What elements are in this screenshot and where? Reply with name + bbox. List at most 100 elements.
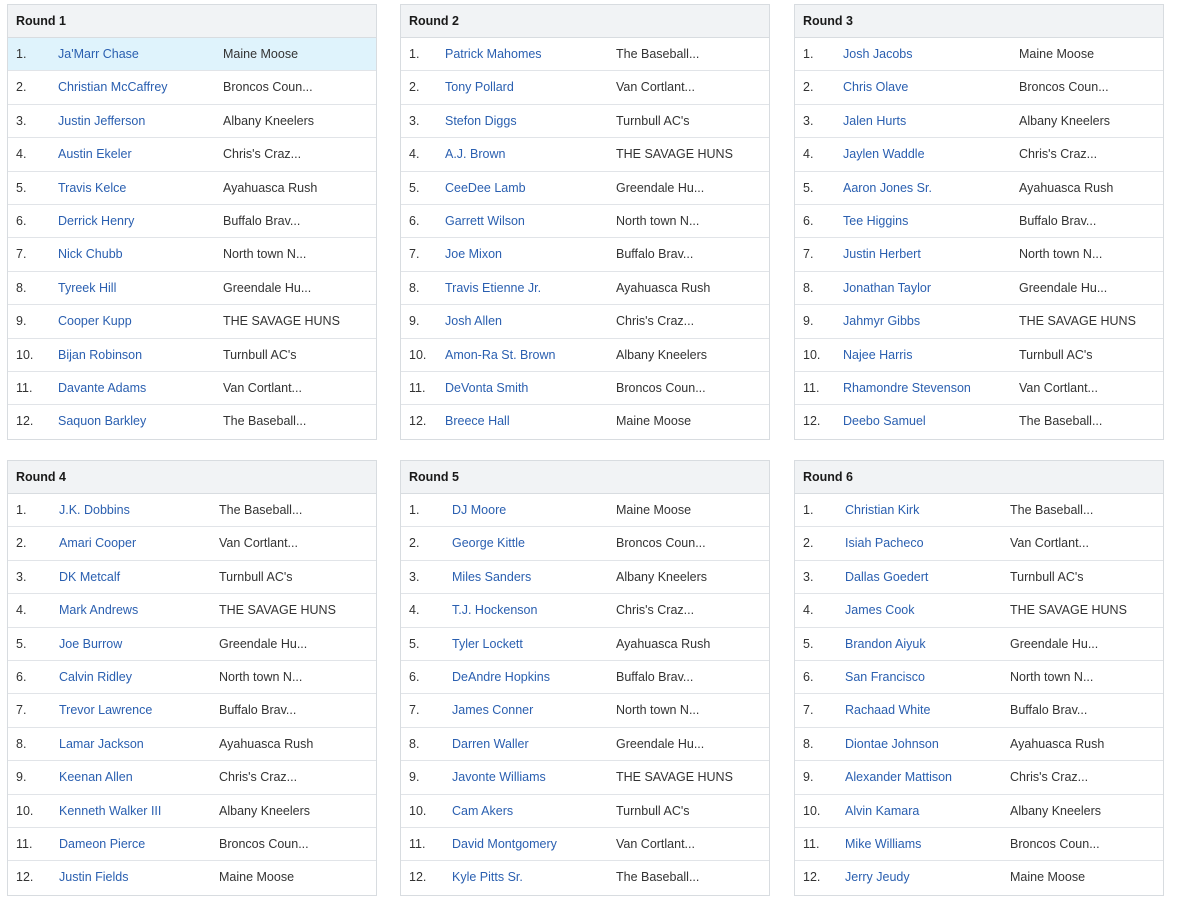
player-link[interactable]: Nick Chubb — [58, 238, 123, 271]
player-link[interactable]: Davante Adams — [58, 372, 146, 405]
pick-number: 3. — [409, 113, 420, 128]
pick-row: 11. Dameon Pierce Broncos Coun... — [8, 828, 376, 862]
pick-number: 8. — [409, 736, 420, 751]
player-link[interactable]: Josh Allen — [445, 305, 502, 338]
player-link[interactable]: Miles Sanders — [452, 561, 531, 594]
player-link[interactable]: Najee Harris — [843, 339, 912, 372]
player-link[interactable]: Bijan Robinson — [58, 339, 142, 372]
round-title: Round 2 — [401, 5, 769, 38]
player-link[interactable]: Tony Pollard — [445, 71, 514, 104]
player-link[interactable]: Jalen Hurts — [843, 105, 906, 138]
player-link[interactable]: Alexander Mattison — [845, 761, 952, 794]
fantasy-team-name: The Baseball... — [219, 503, 303, 517]
player-link[interactable]: Travis Kelce — [58, 172, 126, 205]
pick-number: 11. — [803, 380, 820, 395]
pick-row: 11. Davante Adams Van Cortlant... — [8, 372, 376, 406]
pick-row: 12. Deebo Samuel The Baseball... — [795, 405, 1163, 438]
player-link[interactable]: Patrick Mahomes — [445, 38, 542, 71]
player-link[interactable]: CeeDee Lamb — [445, 172, 526, 205]
player-link[interactable]: DK Metcalf — [59, 561, 120, 594]
player-link[interactable]: Kyle Pitts Sr. — [452, 861, 523, 894]
player-link[interactable]: Trevor Lawrence — [59, 694, 152, 727]
player-link[interactable]: Keenan Allen — [59, 761, 133, 794]
player-link[interactable]: DeAndre Hopkins — [452, 661, 550, 694]
player-link[interactable]: Stefon Diggs — [445, 105, 517, 138]
pick-row: 8. Travis Etienne Jr. Ayahuasca Rush — [401, 272, 769, 306]
pick-row: 1. Christian Kirk The Baseball... — [795, 494, 1163, 528]
player-link[interactable]: Travis Etienne Jr. — [445, 272, 541, 305]
player-link[interactable]: Jaylen Waddle — [843, 138, 925, 171]
pick-row: 7. Joe Mixon Buffalo Brav... — [401, 238, 769, 272]
player-link[interactable]: Jonathan Taylor — [843, 272, 931, 305]
player-link[interactable]: Joe Burrow — [59, 628, 122, 661]
player-link[interactable]: Javonte Williams — [452, 761, 546, 794]
player-link[interactable]: Mike Williams — [845, 828, 921, 861]
pick-row: 7. Trevor Lawrence Buffalo Brav... — [8, 694, 376, 728]
pick-number: 2. — [409, 80, 420, 95]
player-link[interactable]: Cam Akers — [452, 795, 513, 828]
player-link[interactable]: Dallas Goedert — [845, 561, 928, 594]
player-link[interactable]: Tee Higgins — [843, 205, 908, 238]
player-link[interactable]: Deebo Samuel — [843, 405, 926, 438]
player-link[interactable]: San Francisco — [845, 661, 925, 694]
player-link[interactable]: Diontae Johnson — [845, 728, 939, 761]
round-panel: Round 2 1. Patrick Mahomes The Baseball... 2… — [400, 4, 770, 440]
player-link[interactable]: George Kittle — [452, 527, 525, 560]
fantasy-team-name: Broncos Coun... — [616, 380, 706, 395]
player-link[interactable]: James Cook — [845, 594, 914, 627]
player-link[interactable]: Breece Hall — [445, 405, 510, 438]
player-link[interactable]: Ja'Marr Chase — [58, 38, 139, 71]
player-link[interactable]: Christian McCaffrey — [58, 71, 168, 104]
player-link[interactable]: DeVonta Smith — [445, 372, 528, 405]
player-link[interactable]: Josh Jacobs — [843, 38, 912, 71]
player-link[interactable]: Jerry Jeudy — [845, 861, 910, 894]
player-link[interactable]: Kenneth Walker III — [59, 795, 161, 828]
player-link[interactable]: Amari Cooper — [59, 527, 136, 560]
player-link[interactable]: Austin Ekeler — [58, 138, 132, 171]
player-link[interactable]: Alvin Kamara — [845, 795, 919, 828]
player-link[interactable]: Aaron Jones Sr. — [843, 172, 932, 205]
player-link[interactable]: Cooper Kupp — [58, 305, 132, 338]
player-link[interactable]: Dameon Pierce — [59, 828, 145, 861]
fantasy-team-name: Van Cortlant... — [616, 836, 695, 851]
player-link[interactable]: Justin Jefferson — [58, 105, 145, 138]
player-link[interactable]: Tyler Lockett — [452, 628, 523, 661]
pick-number: 2. — [409, 536, 420, 551]
player-link[interactable]: Amon-Ra St. Brown — [445, 339, 555, 372]
fantasy-team-name: The Baseball... — [1010, 503, 1094, 517]
pick-number: 8. — [16, 736, 27, 751]
fantasy-team-name: The Baseball... — [616, 47, 700, 61]
player-link[interactable]: Rhamondre Stevenson — [843, 372, 971, 405]
pick-row: 12. Breece Hall Maine Moose — [401, 405, 769, 438]
player-link[interactable]: Christian Kirk — [845, 494, 919, 527]
player-link[interactable]: Chris Olave — [843, 71, 908, 104]
player-link[interactable]: Tyreek Hill — [58, 272, 116, 305]
player-link[interactable]: Calvin Ridley — [59, 661, 132, 694]
pick-row: 2. Amari Cooper Van Cortlant... — [8, 527, 376, 561]
player-link[interactable]: Justin Fields — [59, 861, 128, 894]
player-link[interactable]: Justin Herbert — [843, 238, 921, 271]
fantasy-team-name: Albany Kneelers — [1019, 113, 1111, 128]
player-link[interactable]: Garrett Wilson — [445, 205, 525, 238]
player-link[interactable]: J.K. Dobbins — [59, 494, 130, 527]
pick-row: 8. Diontae Johnson Ayahuasca Rush — [795, 728, 1163, 762]
player-link[interactable]: Derrick Henry — [58, 205, 134, 238]
player-link[interactable]: David Montgomery — [452, 828, 557, 861]
player-link[interactable]: A.J. Brown — [445, 138, 505, 171]
player-link[interactable]: Jahmyr Gibbs — [843, 305, 920, 338]
player-link[interactable]: Rachaad White — [845, 694, 930, 727]
player-link[interactable]: Lamar Jackson — [59, 728, 144, 761]
player-link[interactable]: Mark Andrews — [59, 594, 138, 627]
pick-row: 8. Tyreek Hill Greendale Hu... — [8, 272, 376, 306]
player-link[interactable]: Isiah Pacheco — [845, 527, 924, 560]
player-link[interactable]: Joe Mixon — [445, 238, 502, 271]
fantasy-team-name: Maine Moose — [616, 503, 692, 517]
player-link[interactable]: Saquon Barkley — [58, 405, 146, 438]
player-link[interactable]: Brandon Aiyuk — [845, 628, 926, 661]
player-link[interactable]: T.J. Hockenson — [452, 594, 537, 627]
player-link[interactable]: Darren Waller — [452, 728, 529, 761]
pick-number: 2. — [803, 536, 814, 551]
pick-number: 9. — [16, 314, 27, 329]
player-link[interactable]: DJ Moore — [452, 494, 506, 527]
player-link[interactable]: James Conner — [452, 694, 533, 727]
